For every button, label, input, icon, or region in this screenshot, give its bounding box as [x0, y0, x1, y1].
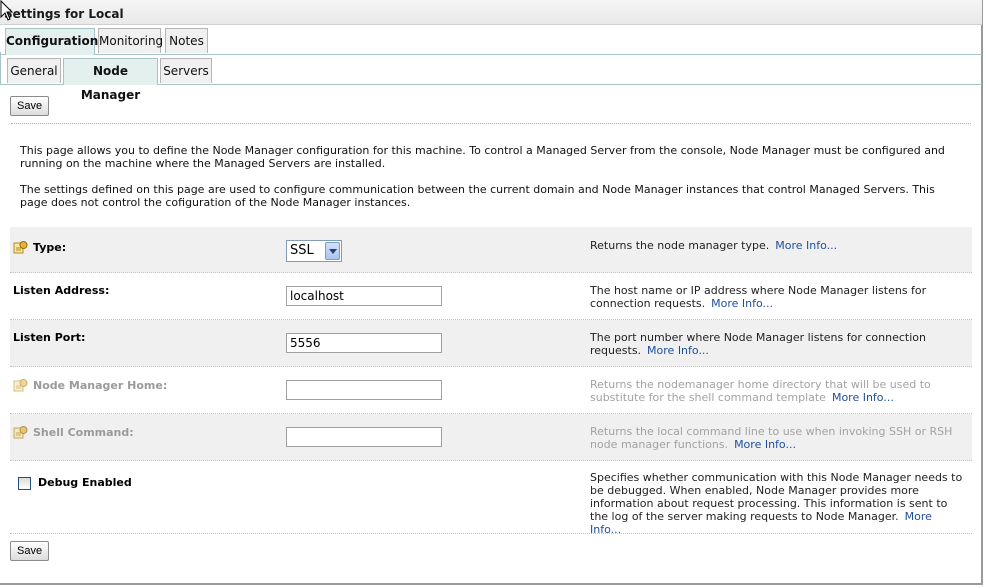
listen-port-row: Listen Port: 5556 The port number where … — [10, 320, 972, 367]
secondary-tab-bar: General Node Manager Servers — [0, 56, 982, 102]
shell-command-row: Shell Command: Returns the local command… — [10, 414, 972, 461]
debug-enabled-label: Debug Enabled — [38, 476, 132, 489]
node-manager-home-row: Node Manager Home: Returns the nodemanag… — [10, 367, 972, 414]
mouse-cursor-icon — [0, 0, 14, 21]
dynamic-setting-icon — [13, 379, 28, 392]
dynamic-setting-icon — [13, 426, 28, 439]
listen-address-more-info-link[interactable]: More Info... — [711, 297, 773, 310]
debug-enabled-description: Specifies whether communication with thi… — [590, 471, 963, 536]
listen-port-description: The port number where Node Manager liste… — [590, 331, 926, 357]
primary-tab-bar: Configuration Monitoring Notes — [0, 26, 982, 55]
tab-edge — [0, 52, 1, 84]
type-description: Returns the node manager type. More Info.… — [590, 239, 838, 252]
intro-paragraph-2: The settings defined on this page are us… — [20, 183, 935, 209]
shell-command-input[interactable] — [286, 427, 442, 447]
shell-command-label: Shell Command: — [13, 425, 134, 439]
divider — [11, 123, 971, 124]
shell-command-description: Returns the local command line to use wh… — [590, 425, 953, 451]
node-manager-home-description: Returns the nodemanager home directory t… — [590, 378, 931, 404]
node-manager-home-label: Node Manager Home: — [13, 378, 167, 392]
debug-enabled-row: Debug Enabled Specifies whether communic… — [10, 461, 972, 536]
save-button-top[interactable]: Save — [10, 96, 50, 116]
listen-port-input[interactable]: 5556 — [286, 333, 442, 353]
dynamic-setting-icon — [13, 241, 28, 254]
page-title: Settings for Local — [4, 7, 124, 21]
title-bar: Settings for Local — [0, 0, 982, 25]
listen-port-label: Listen Port: — [13, 331, 86, 344]
type-more-info-link[interactable]: More Info... — [775, 239, 837, 252]
node-manager-home-more-info-link[interactable]: More Info... — [832, 391, 894, 404]
tab-notes[interactable]: Notes — [165, 28, 208, 53]
type-label: Type: — [13, 240, 66, 254]
chevron-down-icon[interactable] — [325, 242, 340, 260]
listen-address-row: Listen Address: localhost The host name … — [10, 273, 972, 320]
listen-address-description: The host name or IP address where Node M… — [590, 284, 927, 310]
listen-address-label: Listen Address: — [13, 284, 110, 297]
tab-node-manager[interactable]: Node Manager — [63, 58, 158, 102]
tab-configuration[interactable]: Configuration — [5, 28, 98, 55]
tab-servers[interactable]: Servers — [160, 58, 212, 83]
tab-monitoring[interactable]: Monitoring — [98, 28, 163, 53]
intro-paragraph-1: This page allows you to define the Node … — [20, 144, 945, 170]
listen-address-input[interactable]: localhost — [286, 286, 442, 306]
type-row: Type: SSL Returns the node manager type.… — [10, 227, 972, 273]
tab-general[interactable]: General — [7, 58, 61, 83]
debug-enabled-checkbox[interactable] — [18, 477, 31, 490]
listen-port-more-info-link[interactable]: More Info... — [647, 344, 709, 357]
node-manager-home-input[interactable] — [286, 380, 442, 400]
type-select[interactable]: SSL — [286, 240, 342, 262]
shell-command-more-info-link[interactable]: More Info... — [734, 438, 796, 451]
save-button-bottom[interactable]: Save — [10, 541, 50, 561]
